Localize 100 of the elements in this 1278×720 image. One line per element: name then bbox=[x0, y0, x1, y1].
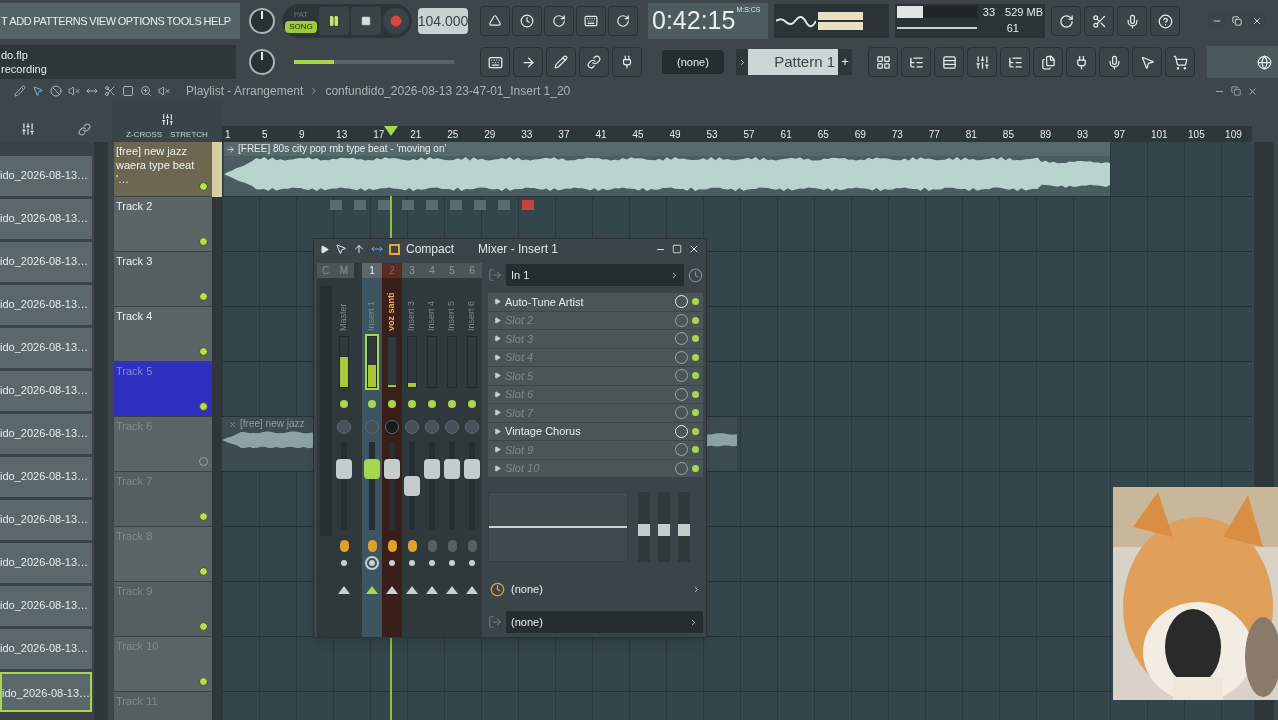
pattern-selector[interactable]: Pattern 1 + bbox=[736, 49, 852, 75]
track-name: Track 2 bbox=[116, 199, 154, 213]
menu-item[interactable]: TOOLS bbox=[166, 12, 202, 30]
browser-item[interactable]: ido_2026-08-13… bbox=[0, 328, 92, 368]
menu-item[interactable]: VIEW bbox=[89, 12, 116, 30]
menu-item[interactable]: HELP bbox=[203, 12, 231, 30]
bar-number: 81 bbox=[965, 128, 977, 142]
bar-number: 29 bbox=[484, 128, 496, 142]
menu-item[interactable]: OPTIONS bbox=[117, 12, 165, 30]
browser-item[interactable]: ido_2026-08-13… bbox=[0, 500, 92, 540]
browser-item[interactable]: ido_2026-08-13… bbox=[0, 242, 92, 282]
browser-item[interactable]: ido_2026-08-13… bbox=[0, 156, 92, 196]
bar-number: 77 bbox=[928, 128, 940, 142]
hint-text: recording bbox=[1, 62, 48, 76]
channel-dropdown[interactable]: (none) bbox=[662, 50, 724, 74]
bar-number: 53 bbox=[706, 128, 718, 142]
track-name: Track 3 bbox=[116, 254, 154, 268]
bar-number: 57 bbox=[743, 128, 755, 142]
channel-number: 4 bbox=[422, 263, 442, 278]
channel-name: Insert 3 bbox=[405, 300, 418, 331]
mixer-strip[interactable]: 4 Insert 4 bbox=[422, 263, 442, 637]
add-pattern-button[interactable]: + bbox=[838, 49, 852, 75]
bar-number: 65 bbox=[817, 128, 829, 142]
input-label: In 1 bbox=[511, 267, 530, 283]
track-header[interactable]: Track 4 bbox=[114, 307, 212, 362]
hint-text: do.flp bbox=[1, 48, 29, 62]
bar-number: 5 bbox=[262, 128, 268, 142]
slot-name: Vintage Chorus bbox=[505, 424, 582, 439]
track-header[interactable]: Track 5 bbox=[114, 362, 212, 417]
menu-item[interactable]: T bbox=[1, 12, 8, 30]
memory-reading: 529 MB bbox=[1005, 5, 1043, 20]
audio-clip[interactable]: [FREE] 80s city pop rnb type beat - 'moving on' bbox=[224, 142, 1110, 196]
sidechain-label[interactable]: (none) bbox=[511, 580, 686, 598]
browser-item[interactable]: ido_2026-08-13… bbox=[0, 629, 92, 669]
channel-number: 1 bbox=[362, 263, 382, 278]
input-dropdown[interactable]: In 1 bbox=[506, 264, 684, 286]
bar-number: 33 bbox=[521, 128, 533, 142]
menu-item[interactable]: PATTERNS bbox=[33, 12, 88, 30]
bar-number: 101 bbox=[1151, 128, 1168, 142]
browser-item[interactable]: ido_2026-08-13… bbox=[0, 199, 92, 239]
playlist-path: confundido_2026-08-13 23-47-01_Insert 1_20 bbox=[325, 83, 571, 100]
slot-name: Auto-Tune Artist bbox=[505, 294, 585, 310]
browser-item[interactable]: ido_2026-08-13… bbox=[0, 371, 92, 411]
track-header[interactable]: [free] new jazz waera type beat '… bbox=[114, 142, 212, 197]
mixer-strip[interactable]: 3 Insert 3 bbox=[402, 263, 422, 637]
bar-number: 89 bbox=[1039, 128, 1051, 142]
tempo-field[interactable]: 104.000 bbox=[418, 8, 468, 34]
bar-number: 25 bbox=[447, 128, 459, 142]
bar-number: 17 bbox=[373, 128, 385, 142]
mixer-strip[interactable]: 6 Insert 6 bbox=[462, 263, 482, 637]
channel-name: voz santi bbox=[385, 291, 398, 331]
channel-name: Insert 1 bbox=[365, 300, 378, 331]
bar-number: 9 bbox=[299, 128, 305, 142]
tool-label: Z-CROSS bbox=[126, 129, 163, 141]
bar-number: 85 bbox=[1002, 128, 1014, 142]
bar-number: 49 bbox=[669, 128, 681, 142]
polyphony-reading: 61 bbox=[1005, 21, 1020, 36]
mode-toggle[interactable]: PAT bbox=[285, 9, 317, 21]
track-header[interactable]: Track 2 bbox=[114, 197, 212, 252]
mixer-strip[interactable]: 5 Insert 5 bbox=[442, 263, 462, 637]
bar-number: 37 bbox=[558, 128, 570, 142]
channel-number: M bbox=[334, 263, 354, 278]
cpu-reading: 33 bbox=[981, 5, 996, 20]
track-name: [free] new jazz waera type beat '… bbox=[116, 144, 196, 186]
mixer-strip[interactable]: M Master bbox=[334, 263, 354, 637]
browser-item[interactable]: ido_2026-08-13… bbox=[0, 457, 92, 497]
output-dropdown[interactable]: (none) bbox=[506, 611, 703, 633]
playlist-title: Playlist - Arrangement bbox=[186, 83, 304, 100]
bar-number: 1 bbox=[225, 128, 231, 142]
effect-slot[interactable]: Vintage Chorus bbox=[488, 422, 703, 441]
tool-label: STRETCH bbox=[170, 129, 208, 141]
output-label: (none) bbox=[511, 614, 543, 630]
timeline-ruler[interactable]: 1 5 9 13 17 21 25 29 33 37 41 45 49 53 57 61 65 69 73 77 81 85 89 93 97 101 105 109 bbox=[222, 126, 1252, 142]
channel-number: 3 bbox=[402, 263, 422, 278]
bar-number: 61 bbox=[780, 128, 792, 142]
effect-slot[interactable]: Auto-Tune Artist bbox=[488, 293, 703, 312]
pattern-name: Pattern 1 bbox=[748, 49, 838, 75]
browser-item[interactable]: ido_2026-08-13… bbox=[0, 543, 92, 583]
bar-number: 41 bbox=[595, 128, 607, 142]
channel-number: 5 bbox=[442, 263, 462, 278]
browser-item[interactable]: ido_2026-08-13… bbox=[0, 586, 92, 626]
mode-toggle[interactable]: SONG bbox=[285, 21, 317, 33]
track-header[interactable]: Track 3 bbox=[114, 252, 212, 307]
mixer-strip[interactable]: 2 voz santi bbox=[382, 263, 402, 637]
track-name: Track 5 bbox=[116, 364, 154, 378]
bar-number: 45 bbox=[632, 128, 644, 142]
bar-number: 105 bbox=[1188, 128, 1205, 142]
menu-item[interactable]: ADD bbox=[9, 12, 32, 30]
channel-number: 2 bbox=[382, 263, 402, 278]
mixer-strip[interactable]: 1 Insert 1 bbox=[362, 263, 382, 637]
channel-name: Insert 4 bbox=[425, 300, 438, 331]
bar-number: 97 bbox=[1113, 128, 1126, 142]
clip-title: [FREE] 80s city pop rnb type beat - 'moving on' bbox=[238, 142, 447, 156]
browser-item[interactable]: ido_2026-08-13… bbox=[0, 414, 92, 454]
channel-name: Insert 6 bbox=[465, 300, 478, 331]
bar-number: 13 bbox=[336, 128, 348, 142]
browser-item[interactable]: ido_2026-08-13… bbox=[0, 285, 92, 325]
compact-label: Compact bbox=[406, 241, 455, 258]
browser-item[interactable]: ido_2026-08-13… bbox=[0, 672, 92, 712]
mixer-title: Mixer - Insert 1 bbox=[478, 241, 559, 258]
